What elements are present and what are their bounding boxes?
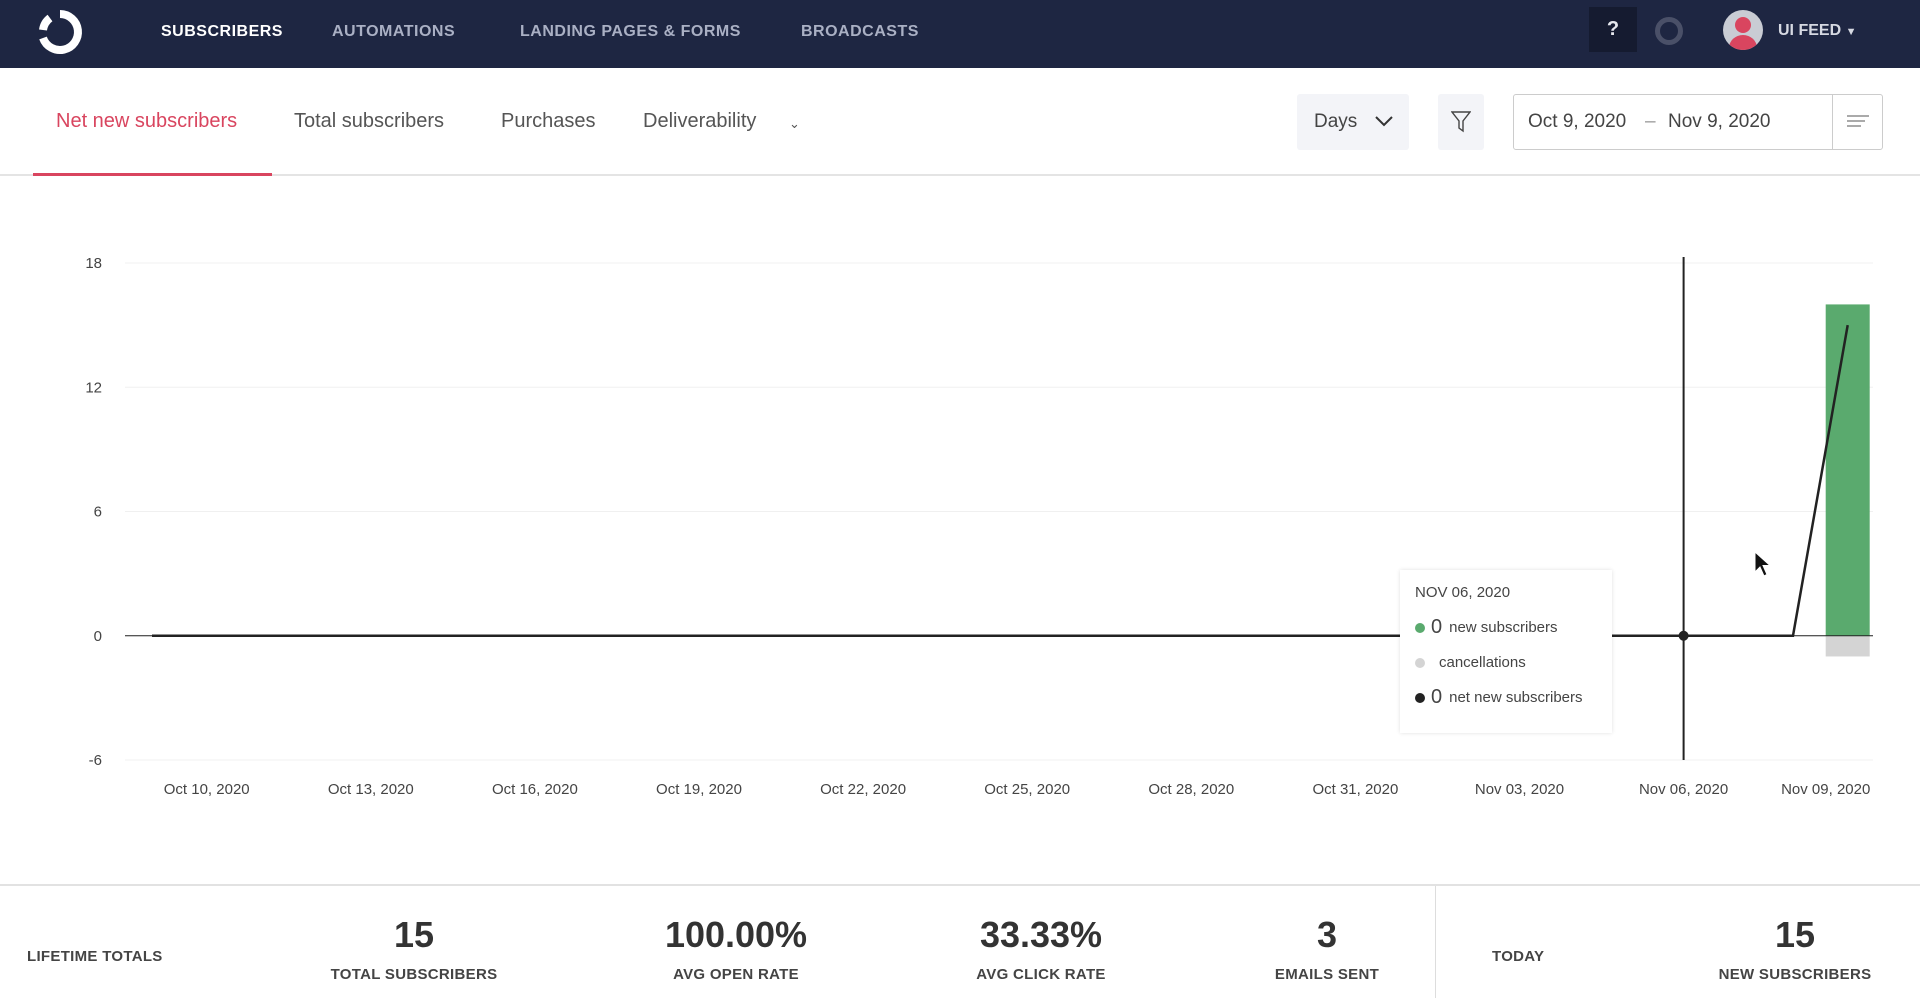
stat-label: AVG CLICK RATE (976, 966, 1106, 983)
nav-automations[interactable]: AUTOMATIONS (332, 23, 455, 41)
x-tick-label: Oct 19, 2020 (656, 781, 742, 798)
stat-new-subscribers-today: 15 NEW SUBSCRIBERS (1675, 914, 1915, 983)
bar-new-subscribers (1825, 304, 1870, 636)
today-label: TODAY (1492, 948, 1545, 965)
report-tabs: Net new subscribers Total subscribers Pu… (0, 68, 1920, 176)
date-range-picker[interactable]: Oct 9, 2020 – Nov 9, 2020 (1513, 94, 1883, 150)
top-nav: SUBSCRIBERS AUTOMATIONS LANDING PAGES & … (0, 0, 1920, 68)
x-tick-label: Oct 13, 2020 (328, 781, 414, 798)
stat-emails-sent: 3 EMAILS SENT (1207, 914, 1447, 983)
hover-point (1678, 630, 1689, 641)
x-tick-label: Oct 25, 2020 (984, 781, 1070, 798)
stat-label: TOTAL SUBSCRIBERS (330, 966, 498, 983)
lifetime-totals-label: LIFETIME TOTALS (27, 948, 163, 965)
tooltip-net-label: net new subscribers (1449, 689, 1583, 706)
tooltip-date: NOV 06, 2020 (1415, 584, 1511, 601)
filter-button[interactable] (1438, 94, 1484, 150)
x-tick-label: Oct 22, 2020 (820, 781, 906, 798)
new-subscribers-dot-icon (1415, 622, 1425, 633)
mouse-cursor-icon (1754, 550, 1772, 577)
logo-icon[interactable] (36, 8, 84, 56)
date-presets-button[interactable] (1832, 95, 1882, 149)
tab-purchases[interactable]: Purchases (501, 110, 596, 133)
stat-value: 3 (1316, 914, 1338, 955)
stat-value: 15 (393, 914, 435, 955)
date-start[interactable]: Oct 9, 2020 (1528, 95, 1626, 149)
stat-avg-click-rate: 33.33% AVG CLICK RATE (921, 914, 1161, 983)
stat-label: EMAILS SENT (1274, 966, 1380, 983)
tab-net-new-subscribers[interactable]: Net new subscribers (56, 110, 237, 133)
avatar[interactable] (1723, 10, 1763, 50)
stats-divider (1435, 886, 1436, 998)
date-separator: – (1645, 111, 1656, 132)
nav-landing-pages-forms[interactable]: LANDING PAGES & FORMS (520, 23, 741, 41)
loading-ring-icon (1655, 17, 1683, 45)
help-button[interactable]: ? (1589, 7, 1637, 52)
stat-label: AVG OPEN RATE (673, 966, 799, 983)
stat-value: 100.00% (664, 914, 808, 955)
x-tick-label: Oct 16, 2020 (492, 781, 578, 798)
x-tick-label: Oct 31, 2020 (1312, 781, 1398, 798)
date-end[interactable]: Nov 9, 2020 (1668, 95, 1770, 149)
cancellations-dot-icon (1415, 657, 1425, 668)
account-name: UI FEED (1778, 22, 1842, 39)
tooltip-new-label: new subscribers (1449, 619, 1558, 636)
y-tick-label: 6 (94, 504, 102, 521)
stats-bar: LIFETIME TOTALS 15 TOTAL SUBSCRIBERS 100.… (0, 884, 1920, 998)
y-tick-label: 0 (94, 628, 102, 645)
net-dot-icon (1415, 692, 1425, 703)
y-tick-label: 12 (85, 379, 102, 396)
y-tick-label: -6 (89, 752, 102, 769)
interval-value: Days (1314, 111, 1358, 132)
tooltip-cancel-label: cancellations (1439, 654, 1526, 671)
nav-broadcasts[interactable]: BROADCASTS (801, 23, 919, 41)
x-tick-label: Oct 28, 2020 (1148, 781, 1234, 798)
stat-total-subscribers: 15 TOTAL SUBSCRIBERS (294, 914, 534, 983)
net-new-subscribers-chart: 18 12 6 0 -6 Oct 10, 2020 Oct 13, 2020 Oct 16, … (85, 255, 1873, 798)
tab-total-subscribers[interactable]: Total subscribers (294, 110, 444, 133)
bar-cancellations (1825, 635, 1870, 657)
nav-subscribers[interactable]: SUBSCRIBERS (161, 23, 283, 41)
caret-down-icon: ▼ (1845, 26, 1857, 38)
y-tick-label: 18 (85, 255, 102, 272)
tooltip-new-value: 0 (1431, 616, 1443, 638)
stat-value: 15 (1774, 914, 1816, 955)
x-tick-label: Nov 06, 2020 (1639, 781, 1728, 798)
tooltip-net-value: 0 (1431, 686, 1443, 708)
x-tick-label: Nov 09, 2020 (1781, 781, 1870, 798)
x-tick-label: Nov 03, 2020 (1475, 781, 1564, 798)
menu-lines-icon (1847, 115, 1869, 127)
tab-deliverability[interactable]: Deliverability (643, 110, 756, 133)
interval-select[interactable]: Days (1297, 94, 1409, 150)
stat-avg-open-rate: 100.00% AVG OPEN RATE (616, 914, 856, 983)
chevron-down-icon[interactable]: ⌄ (789, 116, 800, 132)
user-icon (1729, 17, 1757, 50)
filter-icon (1451, 111, 1471, 133)
chart-tooltip: NOV 06, 2020 0 new subscribers cancellati… (1400, 570, 1612, 733)
account-menu[interactable]: UI FEED ▼ (1778, 22, 1856, 40)
stat-value: 33.33% (979, 914, 1103, 955)
chevron-down-icon (1375, 116, 1393, 127)
stat-label: NEW SUBSCRIBERS (1718, 966, 1872, 983)
x-tick-label: Oct 10, 2020 (164, 781, 250, 798)
